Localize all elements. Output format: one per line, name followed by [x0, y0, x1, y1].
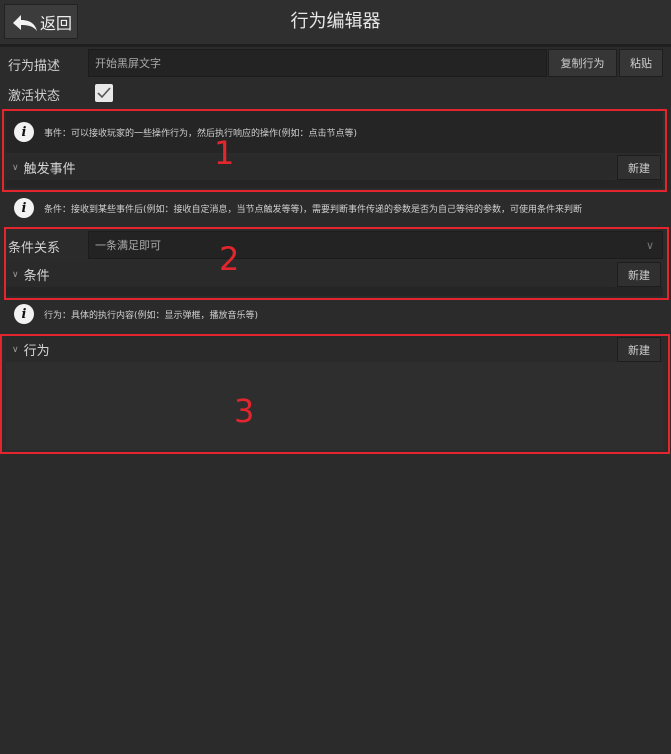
action-info: i 行为：具体的执行内容(例如：显示弹框，播放音乐等)	[14, 304, 654, 324]
back-button[interactable]: 返回	[4, 4, 78, 39]
description-label: 行为描述	[8, 59, 61, 74]
annotation-number-3: 3	[234, 392, 255, 430]
copy-behavior-button[interactable]: 复制行为	[548, 49, 617, 77]
description-input[interactable]: 开始黑屏文字	[88, 49, 547, 77]
page-title: 行为编辑器	[290, 11, 381, 32]
condition-info-text: 条件：接收到某些事件后(例如：接收自定消息，当节点触发等等)，需要判断事件传递的…	[44, 204, 583, 215]
action-info-text: 行为：具体的执行内容(例如：显示弹框，播放音乐等)	[44, 310, 259, 321]
info-icon: i	[14, 304, 34, 324]
condition-info: i 条件：接收到某些事件后(例如：接收自定消息，当节点触发等等)，需要判断事件传…	[14, 198, 664, 218]
header-divider	[0, 44, 671, 47]
check-icon	[97, 87, 111, 99]
annotation-box-1	[2, 109, 667, 192]
activation-label: 激活状态	[8, 89, 61, 104]
info-icon: i	[14, 198, 34, 218]
annotation-number-1: 1	[214, 134, 235, 172]
annotation-box-2	[4, 227, 669, 300]
activation-checkbox[interactable]	[95, 84, 113, 102]
annotation-box-3	[0, 334, 670, 454]
annotation-number-2: 2	[219, 240, 240, 278]
paste-button[interactable]: 粘贴	[619, 49, 663, 77]
back-label: 返回	[40, 13, 73, 33]
curved-back-arrow-icon	[13, 14, 37, 31]
